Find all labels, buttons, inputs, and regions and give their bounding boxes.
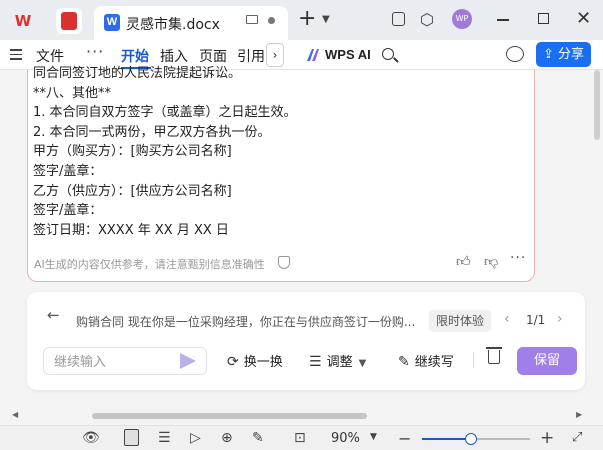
zoom-level[interactable]: 90% bbox=[331, 431, 360, 446]
page-view-icon[interactable] bbox=[124, 429, 139, 446]
tab-title: 灵感市集.docx bbox=[126, 17, 220, 33]
word-doc-icon: W bbox=[104, 14, 120, 31]
divider bbox=[473, 352, 474, 368]
zoom-slider[interactable] bbox=[422, 433, 530, 445]
scrollbar-thumb[interactable] bbox=[92, 413, 367, 419]
menu-insert[interactable]: 插入 bbox=[160, 46, 188, 66]
menu-reference[interactable]: 引用 bbox=[237, 46, 265, 66]
regenerate-label: 换一换 bbox=[243, 355, 283, 370]
minimize-icon[interactable] bbox=[497, 19, 509, 21]
thumbs-up-icon[interactable]: 👍︎ bbox=[456, 253, 471, 270]
pen-icon[interactable]: ✎ bbox=[252, 430, 264, 446]
status-bar: 👁︎ ☰ ▷ ⊕ ✎ ⊡ 90% ▼ − + ⤢ bbox=[0, 425, 603, 450]
ai-output-line: 签字/盖章： bbox=[33, 203, 103, 219]
ai-output-line: 同合同签订地的人民法院提起诉讼。 bbox=[33, 66, 242, 81]
pdf-app-icon[interactable] bbox=[56, 8, 82, 34]
zoom-slider-fill bbox=[422, 438, 471, 440]
ai-output-line: 乙方（供应方）：[供应方公司名称] bbox=[33, 183, 232, 199]
refresh-icon: ⟳ bbox=[227, 354, 239, 370]
window-switch-icon[interactable] bbox=[392, 12, 405, 26]
send-icon[interactable] bbox=[180, 353, 196, 369]
tab-list-chevron-down-icon[interactable]: ▼ bbox=[322, 14, 330, 25]
chat-bubble-icon[interactable] bbox=[506, 46, 524, 62]
play-icon[interactable]: ▷ bbox=[190, 430, 201, 446]
zoom-chevron-down-icon[interactable]: ▼ bbox=[370, 432, 377, 442]
menu-home[interactable]: 开始 bbox=[121, 46, 149, 66]
continue-writing-label: 继续写 bbox=[414, 355, 454, 370]
more-dots-icon[interactable]: ··· bbox=[86, 42, 104, 61]
vertical-scrollbar[interactable] bbox=[594, 70, 600, 140]
eye-icon[interactable]: 👁︎ bbox=[82, 430, 100, 446]
unsaved-dot-icon[interactable] bbox=[268, 17, 275, 24]
cube-icon[interactable]: ⬡ bbox=[420, 10, 434, 29]
pen-icon: ✎ bbox=[398, 354, 410, 370]
result-pager: 1/1 bbox=[526, 313, 546, 327]
share-button[interactable]: ⇪ 分享 bbox=[536, 42, 591, 67]
title-bar: W W 灵感市集.docx + ▼ ⬡ WP ✕ bbox=[0, 0, 603, 40]
document-area: 同合同签订地的人民法院提起诉讼。 **八、其他** 1. 本合同自双方签字（或盖… bbox=[0, 66, 603, 425]
tab-document[interactable]: W 灵感市集.docx bbox=[94, 6, 288, 40]
chevron-down-icon: ▼ bbox=[358, 358, 367, 369]
zoom-slider-handle[interactable] bbox=[465, 433, 477, 445]
horizontal-scrollbar[interactable]: ◀ ▶ bbox=[0, 410, 603, 422]
regenerate-button[interactable]: ⟳ 换一换 bbox=[227, 351, 283, 370]
monitor-icon[interactable] bbox=[246, 15, 258, 24]
ai-output-line: 签订日期：XXXX 年 XX 月 XX 日 bbox=[33, 222, 229, 238]
globe-icon[interactable]: ⊕ bbox=[221, 430, 233, 446]
ai-disclaimer: AI生成的内容仅供参考，请注意甄别信息准确性 bbox=[34, 258, 265, 271]
ai-output-line: 1. 本合同自双方签字（或盖章）之日起生效。 bbox=[33, 105, 297, 121]
ai-output-line: 签字/盖章： bbox=[33, 163, 103, 179]
limited-trial-badge: 限时体验 bbox=[429, 310, 491, 332]
fit-page-icon[interactable]: ⊡ bbox=[294, 430, 306, 446]
hamburger-menu-icon[interactable] bbox=[10, 49, 22, 63]
shield-icon[interactable] bbox=[278, 256, 290, 269]
scroll-left-icon[interactable]: ◀ bbox=[12, 410, 18, 419]
ai-output-line: **八、其他** bbox=[33, 85, 112, 101]
sliders-icon: ☰ bbox=[309, 354, 322, 370]
continue-input[interactable] bbox=[54, 352, 174, 372]
wps-logo-icon[interactable]: W bbox=[10, 8, 36, 34]
zoom-in-icon[interactable]: + bbox=[540, 428, 554, 448]
next-chevron-right-icon[interactable]: › bbox=[557, 311, 563, 327]
share-label: 分享 bbox=[558, 47, 585, 62]
zoom-out-icon[interactable]: − bbox=[398, 429, 411, 448]
ai-output-text: 同合同签订地的人民法院提起诉讼。 **八、其他** 1. 本合同自双方签字（或盖… bbox=[33, 64, 533, 240]
ai-prompt-panel: ← 购销合同 现在你是一位采购经理，你正在与供应商签订一份购... 限时体验 ‹… bbox=[27, 292, 585, 390]
continue-writing-button[interactable]: ✎ 继续写 bbox=[398, 351, 454, 370]
ai-output-line: 甲方（购买方）：[购买方公司名称] bbox=[33, 144, 232, 160]
wps-ai-logo-icon bbox=[307, 49, 319, 61]
back-arrow-icon[interactable]: ← bbox=[47, 306, 60, 324]
thumbs-down-icon[interactable]: 👎︎ bbox=[484, 253, 498, 270]
more-dots-icon[interactable]: ··· bbox=[510, 250, 526, 266]
close-icon[interactable]: ✕ bbox=[576, 8, 591, 29]
wps-ai-button[interactable]: WPS AI bbox=[325, 47, 371, 62]
prompt-title: 购销合同 现在你是一位采购经理，你正在与供应商签订一份购... bbox=[76, 315, 416, 329]
menu-page[interactable]: 页面 bbox=[199, 46, 227, 66]
avatar[interactable]: WP bbox=[452, 9, 472, 29]
menu-file[interactable]: 文件 bbox=[36, 46, 64, 66]
ai-output-card: 同合同签订地的人民法院提起诉讼。 **八、其他** 1. 本合同自双方签字（或盖… bbox=[27, 66, 535, 282]
ai-output-line: 2. 本合同一式两份，甲乙双方各执一份。 bbox=[33, 124, 271, 140]
continue-input-box bbox=[43, 347, 207, 375]
maximize-icon[interactable] bbox=[538, 13, 549, 24]
trash-icon[interactable] bbox=[486, 347, 502, 364]
previous-chevron-left-icon[interactable]: ‹ bbox=[504, 311, 510, 327]
scroll-right-icon[interactable]: ▶ bbox=[576, 410, 582, 419]
adjust-label: 调整 bbox=[326, 355, 353, 370]
fullscreen-icon[interactable]: ⤢ bbox=[572, 430, 582, 445]
search-icon[interactable] bbox=[382, 48, 394, 60]
outline-list-icon[interactable]: ☰ bbox=[158, 430, 171, 446]
adjust-button[interactable]: ☰ 调整 ▼ bbox=[309, 351, 366, 370]
keep-button[interactable]: 保留 bbox=[517, 347, 577, 375]
new-tab-plus-icon[interactable]: + bbox=[298, 6, 316, 31]
